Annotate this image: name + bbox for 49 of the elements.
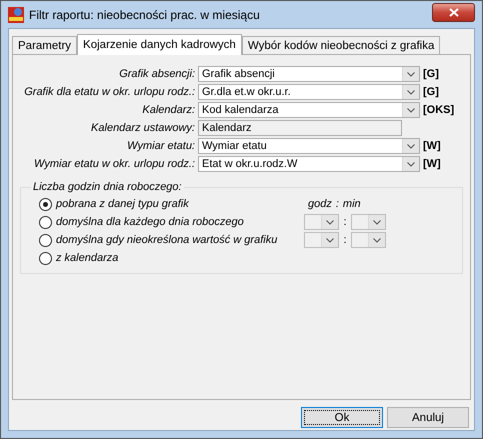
combo-box[interactable]: Etat w okr.u.rodz.W	[198, 156, 420, 172]
caret-icon	[407, 72, 415, 76]
dialog-button[interactable]: Ok	[301, 407, 383, 428]
time-separator: :	[343, 234, 347, 246]
tab[interactable]: Wybór kodów nieobecności z grafika	[242, 36, 440, 54]
field-tag: [G]	[423, 68, 470, 80]
text-field[interactable]: Kalendarz	[198, 120, 402, 136]
field-label: Grafik dla etatu w okr. urlopu rodz.:	[23, 86, 195, 98]
group-title: Liczba godzin dnia roboczego:	[32, 181, 183, 193]
field-label: Grafik absencji:	[118, 68, 195, 80]
dialog-button[interactable]: Anuluj	[387, 407, 469, 428]
time-separator: :	[336, 198, 339, 210]
radio-label: z kalendarza	[56, 252, 120, 264]
caret-icon	[326, 238, 334, 242]
combo-box[interactable]: Gr.dla et.w okr.u.r.	[198, 84, 420, 100]
time-separator: :	[343, 216, 347, 228]
radio-label: pobrana z danej typu grafik	[56, 198, 190, 210]
combo-box[interactable]: Kod kalendarza	[198, 102, 420, 118]
radio-button[interactable]	[39, 198, 52, 210]
radio-button[interactable]	[39, 252, 52, 264]
field-label: Wymiar etatu:	[126, 140, 195, 152]
caret-icon	[407, 144, 415, 148]
field-tag: [W]	[423, 140, 470, 152]
combo-box[interactable]: Grafik absencji	[198, 66, 420, 82]
field-label: Wymiar etatu w okr. urlopu rodz.:	[33, 158, 195, 170]
caret-icon	[326, 220, 334, 224]
caret-icon	[407, 90, 415, 94]
tab[interactable]: Kojarzenie danych kadrowych	[77, 34, 242, 55]
field-label: Kalendarz ustawowy:	[90, 122, 195, 134]
window-title: Filtr raportu: nieobecności prac. w miesiącu	[29, 8, 261, 22]
hours-label: godz	[308, 198, 332, 210]
app-icon	[8, 6, 24, 22]
field-tag: [OKS]	[423, 104, 470, 116]
caret-icon	[373, 220, 381, 224]
tab[interactable]: Parametry	[12, 36, 78, 54]
close-button[interactable]	[432, 3, 475, 22]
caret-icon	[373, 238, 381, 242]
field-tag: [W]	[423, 158, 470, 170]
combo-box[interactable]: Wymiar etatu	[198, 138, 420, 154]
radio-label: domyślna gdy nieokreślona wartość w grafiku	[56, 234, 278, 246]
close-icon	[448, 8, 458, 17]
caret-icon	[407, 108, 415, 112]
caret-icon	[407, 162, 415, 166]
field-tag: [G]	[423, 86, 470, 98]
radio-button[interactable]	[39, 234, 52, 246]
radio-label: domyślna dla każdego dnia roboczego	[56, 216, 245, 228]
radio-button[interactable]	[39, 216, 52, 228]
field-label: Kalendarz:	[141, 104, 195, 116]
minutes-label: min	[342, 198, 361, 210]
